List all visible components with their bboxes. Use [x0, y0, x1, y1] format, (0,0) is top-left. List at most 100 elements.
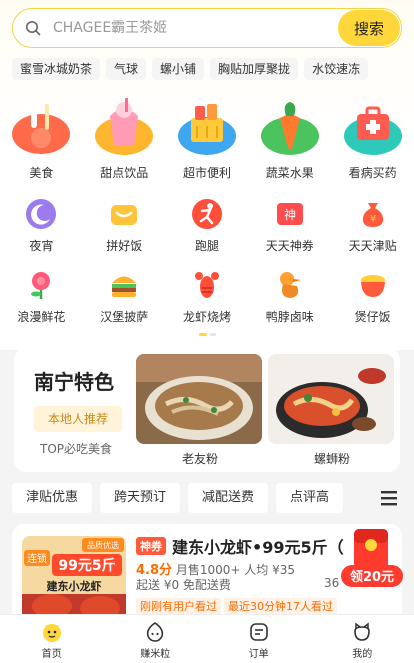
category-daily-subsidy[interactable]: ¥ 天天津贴: [331, 197, 414, 254]
image-price: 99元5斤: [58, 557, 115, 574]
category-flowers[interactable]: 浪漫鲜花: [0, 268, 83, 325]
runner-icon: [190, 197, 224, 231]
search-bar[interactable]: 搜索: [12, 8, 402, 48]
chip-dumplings[interactable]: 水饺速冻: [304, 58, 369, 80]
red-packet-button[interactable]: 领20元: [340, 527, 404, 591]
local-recommend-badge: 本地人推荐: [34, 406, 122, 432]
category-label: 超市便利: [182, 166, 231, 180]
category-label: 跑腿: [194, 239, 219, 253]
category-dessert-drink[interactable]: 甜点饮品: [83, 96, 166, 181]
red-packet-amount: 领20元: [350, 569, 394, 585]
local-specialty-card[interactable]: 南宁特色 本地人推荐 TOP必吃美食 老友粉 螺蛳粉: [14, 348, 400, 472]
image-tag-chain: 连锁: [27, 552, 47, 565]
filter-high-rating[interactable]: 点评高: [276, 483, 344, 513]
category-duck-neck[interactable]: 鸭脖卤味: [248, 268, 331, 325]
category-burger-pizza[interactable]: 汉堡披萨: [83, 268, 166, 325]
category-label: 龙虾烧烤: [182, 310, 231, 324]
rice-grain-icon: [147, 622, 164, 642]
category-medicine[interactable]: 看病买药: [331, 96, 414, 181]
hot-search-chips: 蜜雪冰城奶茶 气球 螺小铺 胸贴加厚聚拢 水饺速冻: [12, 58, 369, 80]
image-tag-quality: 品质优选: [87, 540, 119, 550]
category-label: 甜点饮品: [100, 166, 149, 180]
main-categories: 美食 甜点饮品 超市便利 蔬菜水果 看病买药: [0, 96, 414, 181]
chip-balloon[interactable]: 气球: [106, 58, 147, 80]
category-label: 天天神券: [265, 239, 314, 253]
search-icon: [25, 20, 49, 36]
nav-label: 我的: [352, 649, 373, 660]
chip-milk-tea[interactable]: 蜜雪冰城奶茶: [12, 58, 101, 80]
category-label: 浪漫鲜花: [17, 310, 66, 324]
nav-label: 赚米粒: [140, 649, 171, 660]
category-label: 美食: [29, 166, 54, 180]
category-label: 煲仔饭: [354, 310, 391, 324]
category-label: 蔬菜水果: [265, 166, 314, 180]
burger-icon: [107, 268, 141, 302]
image-brand: 建东小龙虾: [47, 579, 102, 593]
carrot-icon: [260, 96, 320, 156]
filter-subsidy[interactable]: 津贴优惠: [12, 483, 93, 513]
store-viewers-badge: 最近30分钟17人看过: [224, 598, 337, 615]
category-group-meal[interactable]: 拼好饭: [83, 197, 166, 254]
store-distance: 36: [324, 576, 340, 590]
order-icon: [249, 623, 268, 641]
food-image-laoyoufen[interactable]: [136, 354, 262, 444]
food-icon: [11, 96, 71, 156]
category-food[interactable]: 美食: [0, 96, 83, 181]
filter-tabs: 津贴优惠 跨天预订 减配送费 点评高: [12, 483, 344, 513]
bottom-navigation: 首页 赚米粒 订单 我的: [0, 614, 414, 663]
filter-reduced-delivery[interactable]: 减配送费: [188, 483, 269, 513]
shopping-basket-icon: [177, 96, 237, 156]
category-label: 看病买药: [348, 166, 397, 180]
chip-bra-pad[interactable]: 胸贴加厚聚拢: [210, 58, 299, 80]
category-claypot-rice[interactable]: 煲仔饭: [331, 268, 414, 325]
category-label: 拼好饭: [106, 239, 143, 253]
category-row-2: 夜宵 拼好饭 跑腿 神 天天神券 ¥ 天天津贴: [0, 197, 414, 254]
category-supermarket[interactable]: 超市便利: [166, 96, 249, 181]
duck-icon: [273, 268, 307, 302]
food-image-luosifen[interactable]: [268, 354, 394, 444]
page-dot: [210, 333, 216, 336]
nav-orders[interactable]: 订单: [207, 615, 311, 663]
meal-box-icon: [107, 197, 141, 231]
store-delivery-fee: 起送 ¥0 免配送费: [136, 578, 231, 592]
local-specialty-title: 南宁特色: [34, 370, 114, 394]
nav-home[interactable]: 首页: [0, 615, 104, 663]
store-seen-badge: 刚刚有用户看过: [136, 598, 221, 615]
category-daily-coupon[interactable]: 神 天天神券: [248, 197, 331, 254]
nav-mine[interactable]: 我的: [311, 615, 414, 663]
nav-label: 首页: [41, 649, 62, 660]
page-indicator: [199, 333, 216, 336]
money-bag-icon: ¥: [356, 197, 390, 231]
medicine-kit-icon: [343, 96, 403, 156]
dessert-drink-icon: [94, 96, 154, 156]
nav-label: 订单: [248, 649, 269, 660]
store-coupon-tag: 神券: [136, 537, 166, 555]
category-label: 夜宵: [29, 239, 54, 253]
category-label: 天天津贴: [348, 239, 397, 253]
moon-icon: [24, 197, 58, 231]
claypot-icon: [356, 268, 390, 302]
local-specialty-subtitle: TOP必吃美食: [40, 442, 113, 456]
search-input[interactable]: [49, 20, 338, 36]
category-label: 汉堡披萨: [100, 310, 149, 324]
svg-text:神: 神: [284, 208, 296, 222]
category-label: 鸭脖卤味: [265, 310, 314, 324]
profile-icon: [354, 622, 371, 641]
store-name: 建东小龙虾•99元5斤（: [172, 538, 344, 557]
menu-icon[interactable]: [378, 489, 400, 507]
category-crayfish-bbq[interactable]: 龙虾烧烤: [166, 268, 249, 325]
category-night-snack[interactable]: 夜宵: [0, 197, 83, 254]
filter-preorder[interactable]: 跨天预订: [100, 483, 181, 513]
store-monthly-sales: 月售1000+: [175, 563, 241, 577]
chip-snail-shop[interactable]: 螺小铺: [152, 58, 205, 80]
category-errand[interactable]: 跑腿: [166, 197, 249, 254]
store-image: 连锁 品质优选 99元5斤 建东小龙虾: [22, 536, 126, 624]
nav-earn-rice[interactable]: 赚米粒: [104, 615, 208, 663]
page-dot-active: [199, 333, 207, 336]
search-button[interactable]: 搜索: [338, 10, 400, 46]
store-avg-price: 人均 ¥35: [244, 563, 296, 577]
coupon-icon: 神: [273, 197, 307, 231]
store-title: 神券 建东小龙虾•99元5斤（: [136, 534, 344, 558]
food-name: 老友粉: [182, 452, 219, 466]
category-fruit-veg[interactable]: 蔬菜水果: [248, 96, 331, 181]
